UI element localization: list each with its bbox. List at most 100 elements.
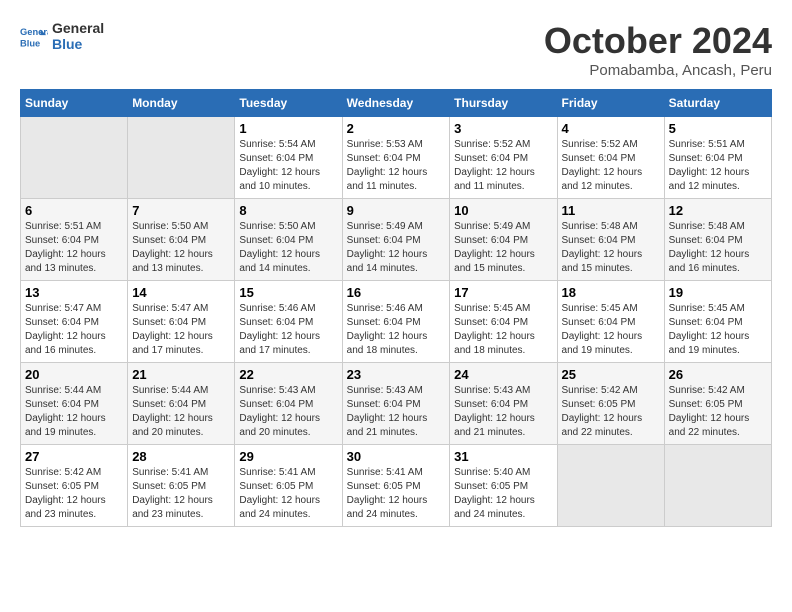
calendar-cell: 6 Sunrise: 5:51 AM Sunset: 6:04 PM Daylig…	[21, 199, 128, 281]
day-info: Sunrise: 5:43 AM Sunset: 6:04 PM Dayligh…	[347, 384, 446, 440]
calendar-row: 20 Sunrise: 5:44 AM Sunset: 6:04 PM Dayli…	[21, 363, 772, 445]
day-number: 25	[562, 367, 660, 382]
svg-text:General: General	[20, 27, 48, 37]
weekday-header: Friday	[557, 90, 664, 117]
day-number: 30	[347, 449, 446, 464]
day-info: Sunrise: 5:47 AM Sunset: 6:04 PM Dayligh…	[132, 302, 230, 358]
day-info: Sunrise: 5:52 AM Sunset: 6:04 PM Dayligh…	[454, 138, 552, 194]
day-number: 6	[25, 203, 123, 218]
calendar-cell: 12 Sunrise: 5:48 AM Sunset: 6:04 PM Dayli…	[664, 199, 771, 281]
weekday-header: Sunday	[21, 90, 128, 117]
day-info: Sunrise: 5:49 AM Sunset: 6:04 PM Dayligh…	[454, 220, 552, 276]
day-info: Sunrise: 5:52 AM Sunset: 6:04 PM Dayligh…	[562, 138, 660, 194]
day-info: Sunrise: 5:41 AM Sunset: 6:05 PM Dayligh…	[132, 466, 230, 522]
weekday-header: Wednesday	[342, 90, 450, 117]
calendar-cell	[664, 445, 771, 527]
day-number: 20	[25, 367, 123, 382]
day-info: Sunrise: 5:50 AM Sunset: 6:04 PM Dayligh…	[239, 220, 337, 276]
day-info: Sunrise: 5:45 AM Sunset: 6:04 PM Dayligh…	[562, 302, 660, 358]
day-info: Sunrise: 5:42 AM Sunset: 6:05 PM Dayligh…	[562, 384, 660, 440]
calendar-row: 1 Sunrise: 5:54 AM Sunset: 6:04 PM Daylig…	[21, 117, 772, 199]
calendar-cell: 19Sunrise: 5:45 AM Sunset: 6:04 PM Dayli…	[664, 281, 771, 363]
calendar-row: 6 Sunrise: 5:51 AM Sunset: 6:04 PM Daylig…	[21, 199, 772, 281]
day-info: Sunrise: 5:47 AM Sunset: 6:04 PM Dayligh…	[25, 302, 123, 358]
calendar-row: 27 Sunrise: 5:42 AM Sunset: 6:05 PM Dayli…	[21, 445, 772, 527]
page-header: General Blue General Blue October 2024 P…	[20, 20, 772, 79]
title-block: October 2024 Pomabamba, Ancash, Peru	[544, 20, 772, 79]
day-info: Sunrise: 5:41 AM Sunset: 6:05 PM Dayligh…	[347, 466, 446, 522]
day-number: 17	[454, 285, 552, 300]
day-number: 12	[669, 203, 767, 218]
calendar-cell: 23 Sunrise: 5:43 AM Sunset: 6:04 PM Dayli…	[342, 363, 450, 445]
calendar-cell: 31Sunrise: 5:40 AM Sunset: 6:05 PM Dayli…	[450, 445, 557, 527]
svg-text:Blue: Blue	[20, 38, 40, 48]
month-title: October 2024	[544, 20, 772, 62]
calendar-cell	[21, 117, 128, 199]
day-info: Sunrise: 5:42 AM Sunset: 6:05 PM Dayligh…	[25, 466, 123, 522]
day-number: 31	[454, 449, 552, 464]
day-number: 1	[239, 121, 337, 136]
calendar-cell: 16Sunrise: 5:46 AM Sunset: 6:04 PM Dayli…	[342, 281, 450, 363]
day-info: Sunrise: 5:43 AM Sunset: 6:04 PM Dayligh…	[239, 384, 337, 440]
day-info: Sunrise: 5:48 AM Sunset: 6:04 PM Dayligh…	[562, 220, 660, 276]
calendar-cell	[128, 117, 235, 199]
logo: General Blue General Blue	[20, 20, 104, 52]
day-number: 9	[347, 203, 446, 218]
calendar-cell: 22 Sunrise: 5:43 AM Sunset: 6:04 PM Dayli…	[235, 363, 342, 445]
day-info: Sunrise: 5:49 AM Sunset: 6:04 PM Dayligh…	[347, 220, 446, 276]
day-info: Sunrise: 5:45 AM Sunset: 6:04 PM Dayligh…	[669, 302, 767, 358]
day-number: 14	[132, 285, 230, 300]
logo-line2: Blue	[52, 36, 104, 52]
day-number: 4	[562, 121, 660, 136]
weekday-header: Saturday	[664, 90, 771, 117]
calendar-cell	[557, 445, 664, 527]
calendar-cell: 24Sunrise: 5:43 AM Sunset: 6:04 PM Dayli…	[450, 363, 557, 445]
calendar-cell: 1 Sunrise: 5:54 AM Sunset: 6:04 PM Daylig…	[235, 117, 342, 199]
calendar-cell: 18 Sunrise: 5:45 AM Sunset: 6:04 PM Dayli…	[557, 281, 664, 363]
day-info: Sunrise: 5:44 AM Sunset: 6:04 PM Dayligh…	[132, 384, 230, 440]
day-number: 8	[239, 203, 337, 218]
calendar-cell: 28Sunrise: 5:41 AM Sunset: 6:05 PM Dayli…	[128, 445, 235, 527]
day-number: 23	[347, 367, 446, 382]
calendar-cell: 14 Sunrise: 5:47 AM Sunset: 6:04 PM Dayli…	[128, 281, 235, 363]
calendar-cell: 4 Sunrise: 5:52 AM Sunset: 6:04 PM Daylig…	[557, 117, 664, 199]
calendar-cell: 8 Sunrise: 5:50 AM Sunset: 6:04 PM Daylig…	[235, 199, 342, 281]
logo-line1: General	[52, 20, 104, 36]
location: Pomabamba, Ancash, Peru	[544, 62, 772, 79]
day-info: Sunrise: 5:46 AM Sunset: 6:04 PM Dayligh…	[239, 302, 337, 358]
day-info: Sunrise: 5:50 AM Sunset: 6:04 PM Dayligh…	[132, 220, 230, 276]
calendar-cell: 3 Sunrise: 5:52 AM Sunset: 6:04 PM Daylig…	[450, 117, 557, 199]
calendar-table: SundayMondayTuesdayWednesdayThursdayFrid…	[20, 89, 772, 527]
calendar-cell: 21Sunrise: 5:44 AM Sunset: 6:04 PM Dayli…	[128, 363, 235, 445]
day-number: 11	[562, 203, 660, 218]
calendar-cell: 25 Sunrise: 5:42 AM Sunset: 6:05 PM Dayli…	[557, 363, 664, 445]
day-number: 18	[562, 285, 660, 300]
day-number: 26	[669, 367, 767, 382]
day-info: Sunrise: 5:51 AM Sunset: 6:04 PM Dayligh…	[25, 220, 123, 276]
day-number: 24	[454, 367, 552, 382]
day-info: Sunrise: 5:54 AM Sunset: 6:04 PM Dayligh…	[239, 138, 337, 194]
day-info: Sunrise: 5:53 AM Sunset: 6:04 PM Dayligh…	[347, 138, 446, 194]
day-number: 13	[25, 285, 123, 300]
calendar-cell: 11 Sunrise: 5:48 AM Sunset: 6:04 PM Dayli…	[557, 199, 664, 281]
day-info: Sunrise: 5:42 AM Sunset: 6:05 PM Dayligh…	[669, 384, 767, 440]
calendar-cell: 2Sunrise: 5:53 AM Sunset: 6:04 PM Daylig…	[342, 117, 450, 199]
day-number: 15	[239, 285, 337, 300]
weekday-header: Thursday	[450, 90, 557, 117]
day-info: Sunrise: 5:41 AM Sunset: 6:05 PM Dayligh…	[239, 466, 337, 522]
day-number: 7	[132, 203, 230, 218]
day-info: Sunrise: 5:51 AM Sunset: 6:04 PM Dayligh…	[669, 138, 767, 194]
calendar-cell: 29Sunrise: 5:41 AM Sunset: 6:05 PM Dayli…	[235, 445, 342, 527]
calendar-cell: 7 Sunrise: 5:50 AM Sunset: 6:04 PM Daylig…	[128, 199, 235, 281]
weekday-header: Tuesday	[235, 90, 342, 117]
day-info: Sunrise: 5:48 AM Sunset: 6:04 PM Dayligh…	[669, 220, 767, 276]
day-number: 3	[454, 121, 552, 136]
day-number: 22	[239, 367, 337, 382]
calendar-cell: 13 Sunrise: 5:47 AM Sunset: 6:04 PM Dayli…	[21, 281, 128, 363]
day-info: Sunrise: 5:45 AM Sunset: 6:04 PM Dayligh…	[454, 302, 552, 358]
day-number: 16	[347, 285, 446, 300]
calendar-cell: 15 Sunrise: 5:46 AM Sunset: 6:04 PM Dayli…	[235, 281, 342, 363]
calendar-cell: 26 Sunrise: 5:42 AM Sunset: 6:05 PM Dayli…	[664, 363, 771, 445]
day-number: 10	[454, 203, 552, 218]
day-number: 27	[25, 449, 123, 464]
